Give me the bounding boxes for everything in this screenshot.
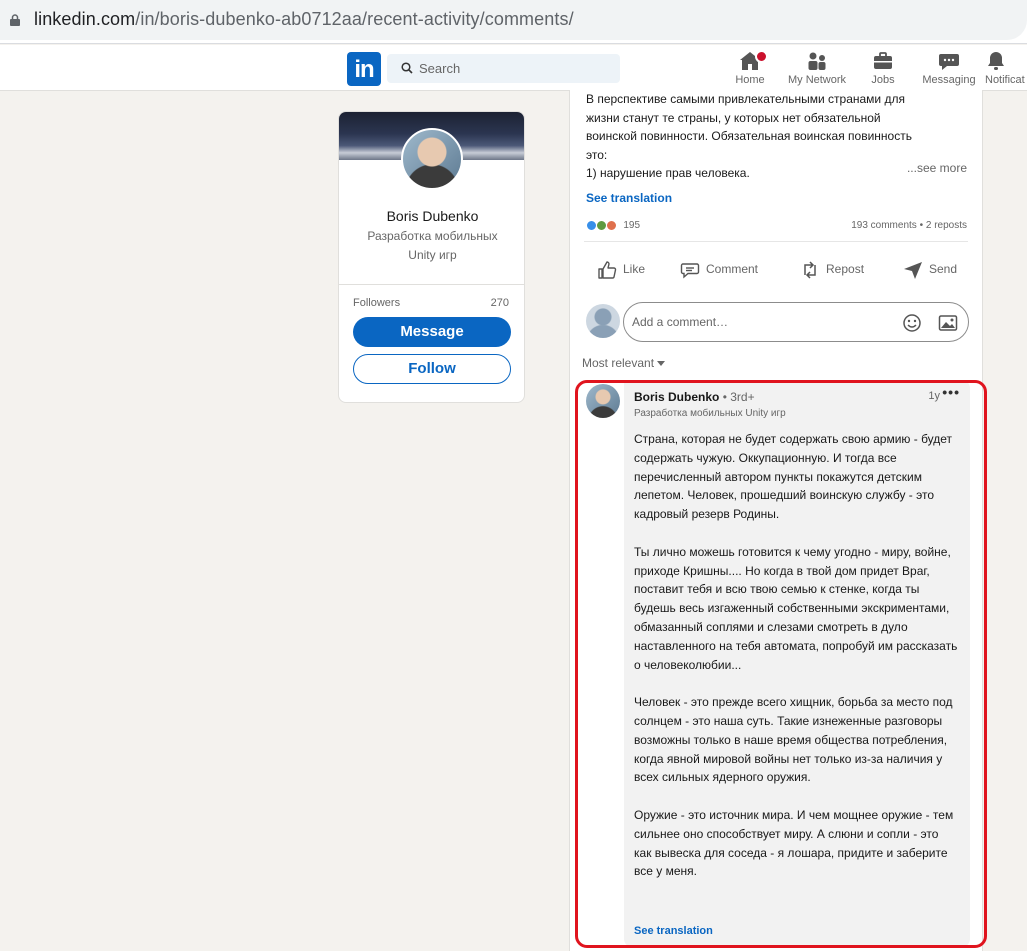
repost-label: Repost: [826, 262, 865, 276]
see-more-link[interactable]: ...see more: [907, 161, 967, 175]
nav-home-label: Home: [735, 74, 765, 86]
nav-my-network-label: My Network: [787, 74, 847, 86]
divider: [584, 241, 968, 242]
annotation-highlight-box: [575, 380, 987, 948]
profile-name[interactable]: Boris Dubenko: [339, 208, 524, 224]
sort-dropdown[interactable]: Most relevant: [582, 356, 666, 370]
nav-jobs-label: Jobs: [871, 74, 895, 86]
url-text: linkedin.com/in/boris-dubenko-ab0712aa/r…: [34, 9, 574, 30]
reaction-count: 195: [623, 220, 641, 231]
repost-button[interactable]: Repost: [800, 258, 864, 280]
search-input[interactable]: [419, 54, 609, 83]
profile-avatar[interactable]: [401, 128, 463, 190]
url-host: linkedin.com: [34, 9, 136, 29]
post-line: В перспективе самыми привлекательными ст…: [586, 92, 905, 106]
repost-icon: [804, 261, 816, 279]
search-bar[interactable]: [387, 54, 620, 83]
nav-messaging[interactable]: Messaging: [914, 49, 984, 91]
nav-home[interactable]: Home: [715, 49, 785, 91]
reposts-count[interactable]: 2 reposts: [926, 220, 967, 231]
reaction-summary[interactable]: 195: [586, 220, 640, 234]
bell-icon: [988, 52, 1004, 70]
send-icon: [904, 261, 922, 279]
love-reaction-icon: [605, 220, 617, 231]
nav-jobs[interactable]: Jobs: [848, 49, 918, 91]
post-text: В перспективе самыми привлекательными ст…: [586, 90, 956, 183]
current-user-avatar: [586, 304, 620, 338]
linkedin-logo[interactable]: in: [347, 52, 381, 86]
post-stats: 193 comments • 2 reposts: [851, 220, 967, 231]
briefcase-icon: [874, 52, 892, 69]
followers-label: Followers: [353, 297, 401, 309]
comment-input[interactable]: [632, 303, 892, 341]
nav-my-network[interactable]: My Network: [782, 49, 852, 91]
message-button[interactable]: Message: [353, 317, 511, 347]
lock-icon: [10, 14, 20, 26]
thumbs-up-icon: [598, 261, 617, 279]
comment-box[interactable]: [623, 302, 969, 342]
nav-notifications[interactable]: Notificat: [977, 49, 1027, 91]
like-button[interactable]: Like: [597, 258, 645, 280]
sort-label: Most relevant: [582, 356, 655, 370]
chevron-down-icon: [657, 361, 666, 367]
post-line: воинской повинности. Обязательная воинск…: [586, 129, 912, 143]
comment-label: Comment: [706, 262, 759, 276]
see-translation-link[interactable]: See translation: [586, 191, 672, 205]
post-line: это:: [586, 147, 608, 162]
comment-button[interactable]: Comment: [680, 258, 758, 280]
follow-button[interactable]: Follow: [353, 354, 511, 384]
notification-badge: [755, 50, 768, 63]
image-icon[interactable]: [938, 313, 958, 333]
nav-messaging-label: Messaging: [922, 74, 976, 86]
followers-count: 270: [490, 297, 509, 309]
profile-card: Boris Dubenko Разработка мобильных Unity…: [338, 111, 525, 403]
card-divider: [339, 284, 524, 285]
like-label: Like: [623, 262, 646, 276]
post-line: 1) нарушение прав человека.: [586, 166, 750, 180]
profile-headline: Разработка мобильных Unity игр: [367, 229, 498, 262]
post-line: жизни станут те страны, у которых нет об…: [586, 110, 881, 125]
top-nav: in Home My Network Jobs Me: [0, 45, 1027, 91]
browser-url-bar: linkedin.com/in/boris-dubenko-ab0712aa/r…: [0, 0, 1027, 44]
messaging-icon: [939, 54, 959, 70]
stats-separator: •: [916, 220, 926, 231]
comments-count[interactable]: 193 comments: [851, 220, 917, 231]
search-icon: [401, 62, 413, 74]
emoji-icon[interactable]: [902, 313, 922, 333]
url-path: /in/boris-dubenko-ab0712aa/recent-activi…: [135, 9, 574, 29]
send-label: Send: [929, 262, 958, 276]
send-button[interactable]: Send: [903, 258, 957, 280]
address-field[interactable]: linkedin.com/in/boris-dubenko-ab0712aa/r…: [0, 0, 1027, 40]
nav-notifications-label: Notificat: [985, 74, 1025, 86]
comment-icon: [680, 263, 700, 279]
network-icon: [808, 52, 826, 70]
